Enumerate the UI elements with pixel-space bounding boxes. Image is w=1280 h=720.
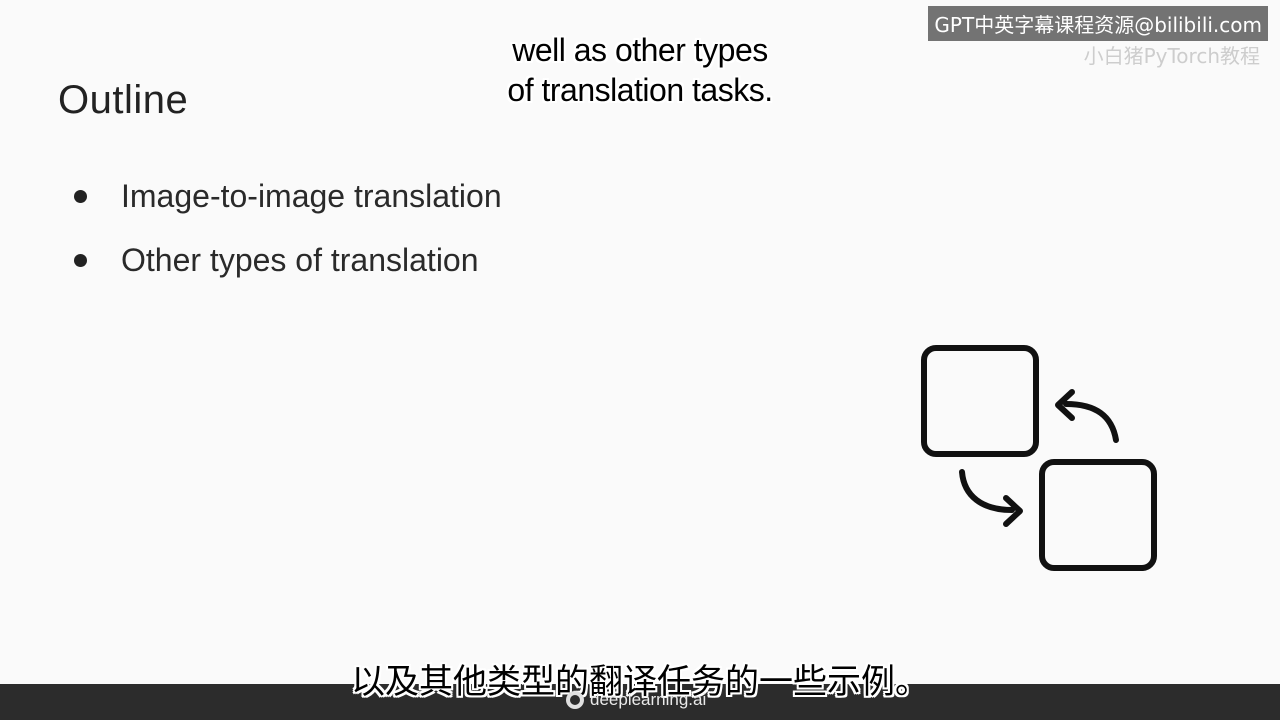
english-caption-line-1: well as other types xyxy=(512,32,768,68)
deeplearning-logo-icon xyxy=(566,691,584,709)
bullet-text: Image-to-image translation xyxy=(121,177,502,214)
bullet-icon xyxy=(74,253,87,267)
list-item: Image-to-image translation xyxy=(74,172,502,220)
brand: deeplearning.ai xyxy=(566,690,706,710)
translation-swap-icon xyxy=(916,340,1166,580)
watermark-sub: 小白猪PyTorch教程 xyxy=(1083,44,1260,68)
brand-name: deeplearning.ai xyxy=(590,690,707,709)
english-caption-line-2: of translation tasks. xyxy=(507,72,773,108)
list-item: Other types of translation xyxy=(74,236,502,284)
bullet-text: Other types of translation xyxy=(121,241,479,278)
english-caption: well as other types of translation tasks… xyxy=(440,30,840,110)
video-frame: GPT中英字幕课程资源@bilibili.com 小白猪PyTorch教程 we… xyxy=(0,0,1280,720)
bullet-icon xyxy=(74,189,87,203)
outline-list: Image-to-image translation Other types o… xyxy=(74,172,502,300)
watermark: GPT中英字幕课程资源@bilibili.com xyxy=(928,6,1268,41)
slide-title: Outline xyxy=(58,78,189,122)
